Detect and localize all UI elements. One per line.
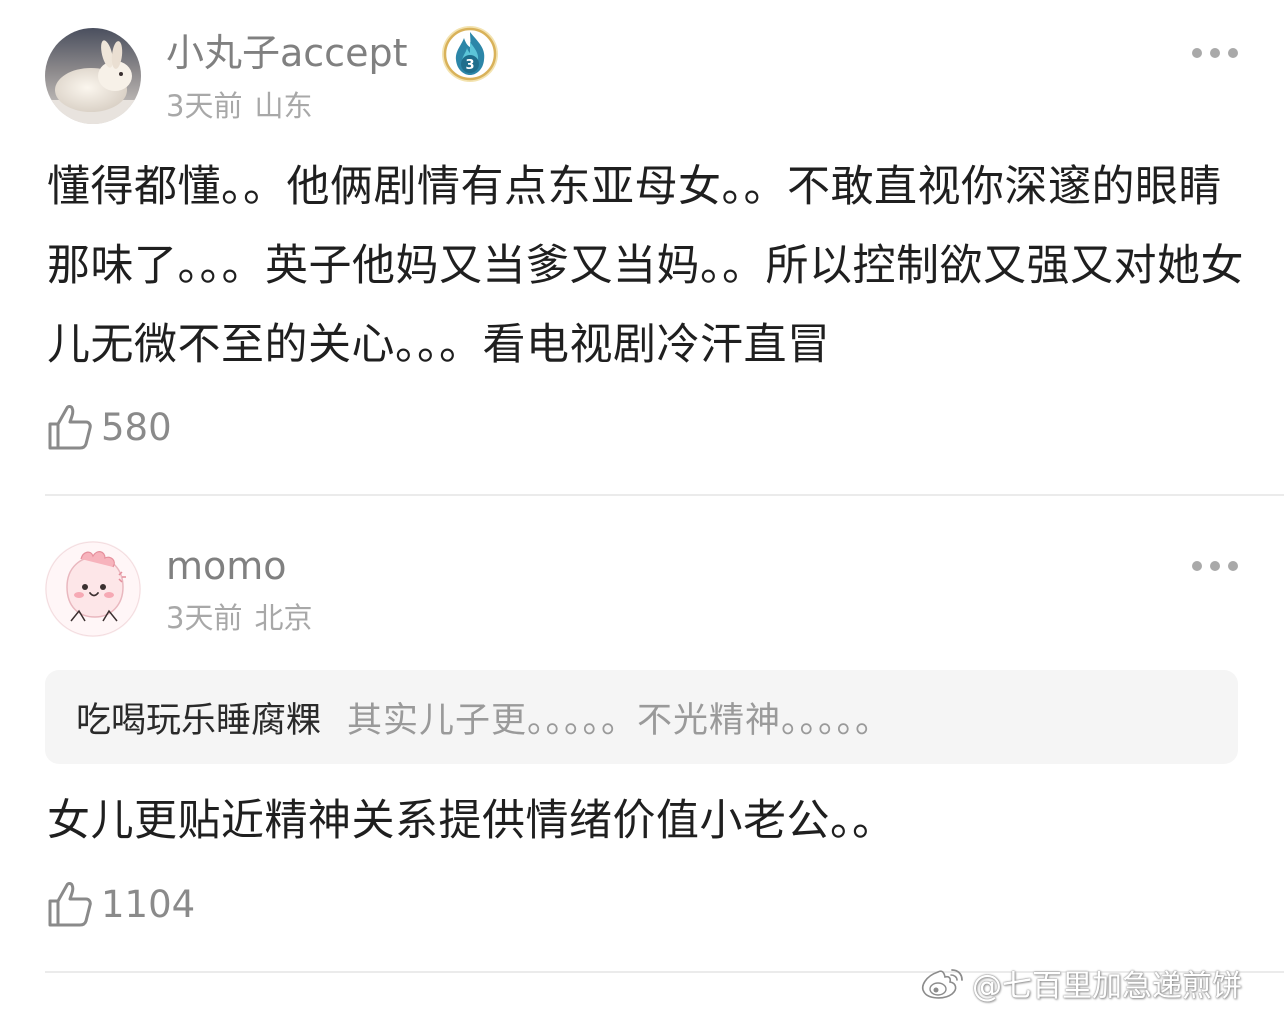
like-button[interactable]: 1104 [47, 879, 195, 929]
comment-time: 3天前 [166, 601, 243, 635]
username[interactable]: momo [166, 544, 287, 588]
comment-time: 3天前 [166, 89, 243, 123]
thumbs-up-icon [48, 882, 92, 927]
thumbs-up-icon [48, 405, 92, 450]
comment-text: 女儿更贴近精神关系提供情绪价值小老公。。 [47, 796, 896, 846]
username[interactable]: 小丸子accept [166, 31, 407, 75]
like-button[interactable]: 580 [47, 402, 172, 452]
level-badge-icon: 3 [440, 24, 500, 84]
comment-meta: 3天前 北京 [166, 600, 312, 636]
like-count: 580 [101, 405, 172, 449]
more-dots-icon[interactable] [1192, 559, 1238, 573]
quoted-text: 其实儿子更。。。。。不光精神。。。。。 [347, 700, 892, 741]
pink-cartoon-avatar-icon [45, 541, 141, 637]
level-badge-number: 3 [465, 58, 474, 73]
comment-text: 懂得都懂。。他俩剧情有点东亚母女。。不敢直视你深邃的眼睛那味了。。。英子他妈又当… [47, 162, 1244, 370]
comment-meta: 3天前 山东 [166, 88, 312, 124]
comment-location: 山东 [254, 89, 313, 123]
comment-location: 北京 [254, 601, 313, 635]
more-dots-icon[interactable] [1192, 46, 1238, 60]
user-avatar[interactable] [45, 28, 141, 124]
like-count: 1104 [101, 882, 196, 926]
weibo-watermark: @七百里加急递煎饼 [918, 962, 1242, 1004]
user-avatar[interactable] [45, 541, 141, 637]
white-rabbit-avatar-icon [45, 28, 141, 124]
weibo-logo-icon [922, 969, 963, 999]
quoted-author[interactable]: 吃喝玩乐睡腐粿 [76, 692, 321, 743]
comment-divider [45, 494, 1284, 496]
quoted-reply[interactable]: 吃喝玩乐睡腐粿 其实儿子更。。。。。不光精神。。。。。 [45, 670, 1238, 764]
watermark-text: @七百里加急递煎饼 [972, 969, 1242, 1004]
